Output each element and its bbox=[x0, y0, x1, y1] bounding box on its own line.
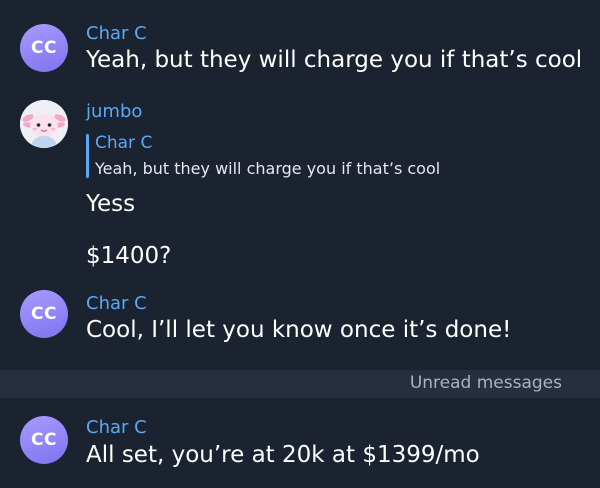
avatar[interactable]: CC bbox=[20, 290, 68, 338]
sender-name[interactable]: Char C bbox=[86, 23, 147, 44]
avatar[interactable] bbox=[20, 100, 68, 148]
message-text[interactable]: Yeah, but they will charge you if that’s… bbox=[86, 47, 582, 73]
reply-text: Yeah, but they will charge you if that’s… bbox=[95, 159, 441, 178]
avatar-initials: CC bbox=[31, 38, 57, 58]
reply-sender-name: Char C bbox=[95, 133, 153, 153]
avatar-initials: CC bbox=[31, 430, 57, 450]
sender-name[interactable]: jumbo bbox=[86, 101, 142, 122]
message-text[interactable]: Cool, I’ll let you know once it’s done! bbox=[86, 317, 511, 343]
avatar-initials: CC bbox=[31, 304, 57, 324]
sender-name[interactable]: Char C bbox=[86, 417, 147, 438]
message-text[interactable]: All set, you’re at 20k at $1399/mo bbox=[86, 442, 480, 468]
message-text[interactable]: Yess bbox=[86, 191, 135, 217]
unread-divider: Unread messages bbox=[0, 370, 600, 398]
avatar[interactable]: CC bbox=[20, 24, 68, 72]
reply-bar bbox=[86, 134, 89, 178]
avatar[interactable]: CC bbox=[20, 416, 68, 464]
axolotl-avatar-icon bbox=[20, 100, 68, 148]
sender-name[interactable]: Char C bbox=[86, 293, 147, 314]
message-text[interactable]: $1400? bbox=[86, 243, 171, 269]
reply-quote[interactable]: Char C Yeah, but they will charge you if… bbox=[86, 132, 506, 180]
unread-label: Unread messages bbox=[409, 373, 562, 393]
chat-history: CC Char C Yeah, but they will charge you… bbox=[0, 0, 600, 488]
